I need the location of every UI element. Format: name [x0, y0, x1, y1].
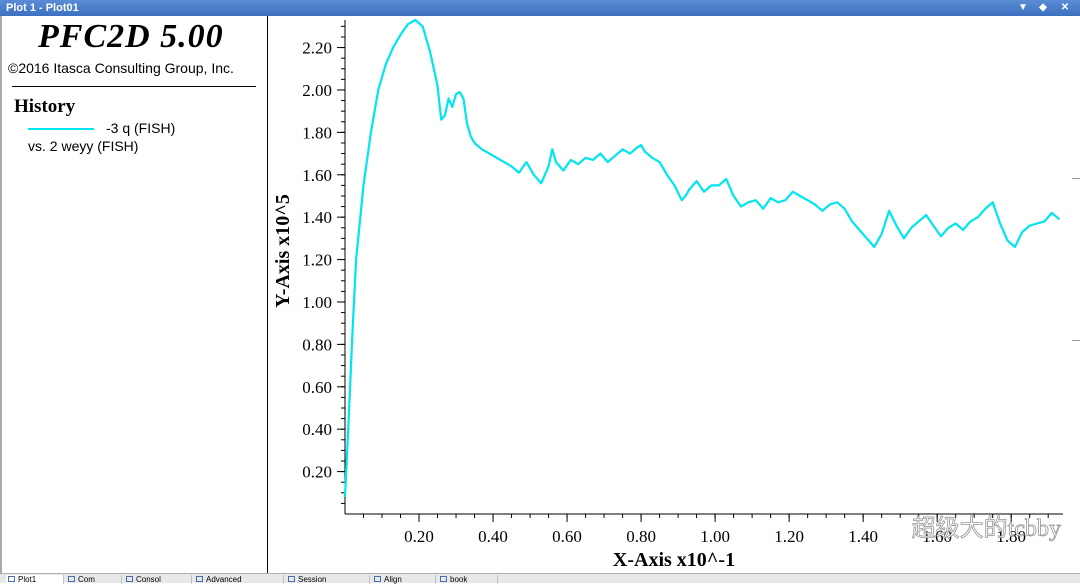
y-tick-label: 2.20 — [302, 39, 332, 58]
edge-marker — [1072, 178, 1080, 179]
plot-tab-icon — [8, 576, 15, 582]
plot-area[interactable]: 0.20 0.40 0.60 0.80 1.00 1.20 1.40 1.60 1.80 0.20… — [269, 16, 1080, 573]
series-color-swatch — [28, 128, 94, 130]
x-tick-label: 1.00 — [700, 527, 730, 546]
tab-icon — [196, 576, 203, 582]
y-tick-label: 1.80 — [302, 123, 332, 142]
series-label: -3 q (FISH) — [106, 120, 176, 136]
y-tick-label: 2.00 — [302, 81, 332, 100]
x-tick-label: 0.20 — [404, 527, 434, 546]
watermark-text: 超级大的tcbby — [912, 515, 1061, 542]
x-tick-label: 0.80 — [626, 527, 656, 546]
tab-icon — [440, 576, 447, 582]
tab-icon — [374, 576, 381, 582]
y-tick-label: 0.80 — [302, 335, 332, 354]
tab-bar: Plot1 Com Consol Advanced Session Align … — [0, 573, 1080, 584]
pin-icon[interactable]: ◆ — [1036, 0, 1050, 16]
y-tick-label: 1.20 — [302, 251, 332, 270]
y-tick-label: 1.00 — [302, 293, 332, 312]
app-title: PFC2D 5.00 — [38, 18, 224, 55]
x-tick-label: 0.40 — [478, 527, 508, 546]
copyright-text: ©2016 Itasca Consulting Group, Inc. — [8, 60, 234, 76]
series-vs-label: vs. 2 weyy (FISH) — [28, 138, 139, 154]
y-tick-label: 0.60 — [302, 378, 332, 397]
window-title: Plot 1 - Plot01 — [6, 2, 79, 14]
x-axis-label: X-Axis x10^-1 — [613, 549, 735, 571]
series-line — [343, 18, 1061, 498]
legend-divider — [12, 86, 256, 87]
history-heading: History — [14, 96, 76, 117]
tab-icon — [288, 576, 295, 582]
y-axis-label: Y-Axis x10^5 — [272, 194, 294, 308]
y-tick-label: 0.40 — [302, 420, 332, 439]
x-tick-label: 1.20 — [774, 527, 804, 546]
window-title-bar[interactable]: Plot 1 - Plot01 ▼ ◆ ✕ — [0, 0, 1080, 16]
y-tick-label: 1.40 — [302, 208, 332, 227]
line-chart: 0.20 0.40 0.60 0.80 1.00 1.20 1.40 1.60 1.80 0.20… — [272, 18, 1063, 571]
legend-panel: PFC2D 5.00 ©2016 Itasca Consulting Group… — [2, 16, 268, 573]
x-tick-label: 0.60 — [552, 527, 582, 546]
y-tick-label: 1.60 — [302, 166, 332, 185]
close-icon[interactable]: ✕ — [1058, 0, 1072, 16]
edge-marker — [1072, 340, 1080, 341]
y-tick-label: 0.20 — [302, 463, 332, 482]
dropdown-icon[interactable]: ▼ — [1016, 0, 1030, 16]
tab-icon — [68, 576, 75, 582]
tab-icon — [126, 576, 133, 582]
x-tick-label: 1.40 — [848, 527, 878, 546]
